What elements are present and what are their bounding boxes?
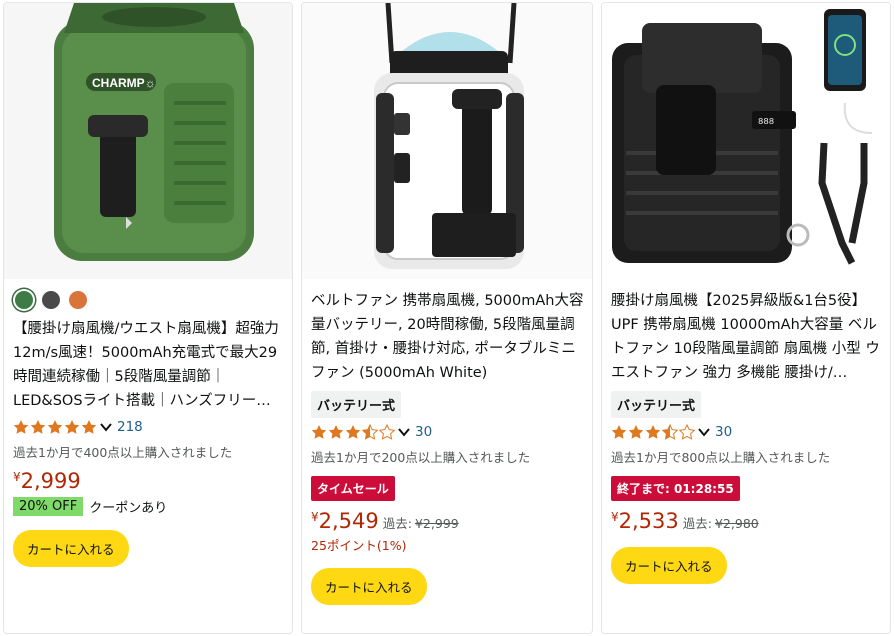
deal-badge: タイムセール [311,476,395,501]
price-value: 2,533 [618,509,679,533]
coupon: 20% OFF クーポンあり [13,497,284,516]
battery-type-badge: バッテリー式 [311,391,402,418]
star-rating-icon [311,424,395,440]
swatch-green[interactable] [15,291,33,309]
rating[interactable]: 30 [611,423,882,441]
star-rating-icon [611,424,695,440]
product-title[interactable]: 腰掛け扇風機【2025昇級版&1台5役】UPF 携帯扇風機 10000mAh大容… [611,289,882,385]
price-value: 2,549 [318,509,379,533]
past-price: ¥2,999 [414,516,459,531]
svg-text:888: 888 [758,117,774,127]
review-count[interactable]: 218 [117,419,143,435]
price[interactable]: ¥ 2,549 過去: ¥2,999 [311,509,584,533]
product-image[interactable]: CHARMP☼ [4,3,292,279]
price-value: 2,999 [20,469,81,493]
battery-type-badge: バッテリー式 [611,391,702,418]
price-symbol: ¥ [611,510,619,524]
product-card[interactable]: CHARMP☼ 【腰掛け扇風機/ウエスト扇風機】超強力12m/s風速！5000m… [3,2,293,634]
coupon-badge: 20% OFF [13,497,84,516]
swatch-gray[interactable] [42,291,60,309]
chevron-down-icon[interactable] [697,425,711,439]
deal-badge: 終了まで: 01:28:55 [611,476,740,501]
product-grid: CHARMP☼ 【腰掛け扇風機/ウエスト扇風機】超強力12m/s風速！5000m… [0,0,894,636]
purchase-count: 過去1か月で200点以上購入されました [311,450,531,465]
black-waist-fan-icon: 888 [612,9,873,265]
brand-logo: CHARMP☼ [92,76,156,90]
coupon-text: クーポンあり [89,501,168,516]
product-card[interactable]: ベルトファン 携帯扇風機, 5000mAh大容量バッテリー, 20時間稼働, 5… [301,2,593,634]
rating[interactable]: 30 [311,423,584,441]
add-to-cart-button[interactable]: カートに入れる [13,530,129,567]
green-waist-fan-icon: CHARMP☼ [54,3,254,261]
purchase-count: 過去1か月で400点以上購入されました [13,445,233,460]
product-image[interactable] [302,3,592,279]
purchase-count: 過去1か月で800点以上購入されました [611,450,831,465]
past-price-label: 過去: [382,516,412,531]
rating[interactable]: 218 [13,418,284,436]
price-symbol: ¥ [13,470,21,484]
price[interactable]: ¥ 2,533 過去: ¥2,980 [611,509,882,533]
swatch-orange[interactable] [69,291,87,309]
product-title[interactable]: 【腰掛け扇風機/ウエスト扇風機】超強力12m/s風速！5000mAh充電式で最大… [13,317,284,413]
color-swatches [15,291,284,309]
add-to-cart-button[interactable]: カートに入れる [311,568,427,605]
price[interactable]: ¥ 2,999 [13,469,284,493]
product-card[interactable]: 888 腰掛け扇風機【2025昇級版&1台5役】UPF 携帯扇風機 10000m… [601,2,891,634]
points: 25ポイント(1%) [311,538,407,553]
chevron-down-icon[interactable] [99,420,113,434]
white-belt-fan-icon [374,3,524,269]
chevron-down-icon[interactable] [397,425,411,439]
price-symbol: ¥ [311,510,319,524]
product-image[interactable]: 888 [602,3,890,279]
past-price-label: 過去: [682,516,712,531]
review-count[interactable]: 30 [715,424,732,440]
star-rating-icon [13,419,97,435]
review-count[interactable]: 30 [415,424,432,440]
add-to-cart-button[interactable]: カートに入れる [611,547,727,584]
past-price: ¥2,980 [714,516,759,531]
product-title[interactable]: ベルトファン 携帯扇風機, 5000mAh大容量バッテリー, 20時間稼働, 5… [311,289,584,385]
